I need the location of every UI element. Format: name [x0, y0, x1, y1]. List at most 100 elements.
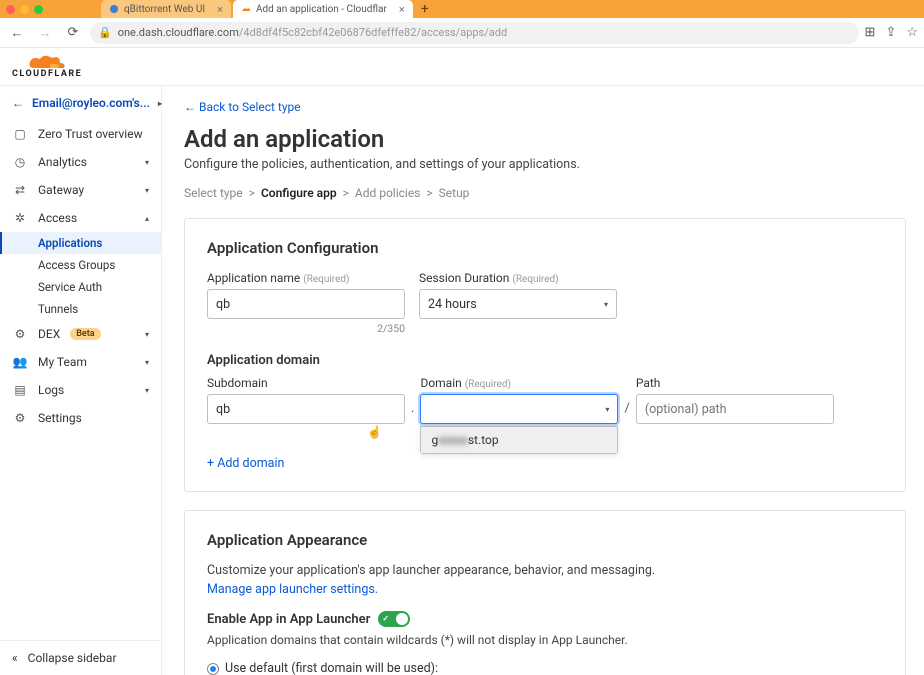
back-to-select-type-link[interactable]: ← Back to Select type — [184, 100, 301, 114]
minimize-window-icon[interactable] — [20, 5, 29, 14]
chevron-down-icon: ▾ — [145, 186, 149, 195]
browser-tab-qbittorrent[interactable]: qBittorrent Web UI × — [101, 0, 231, 18]
address-bar[interactable]: 🔒 one.dash.cloudflare.com/4d8df4f5c82cbf… — [90, 22, 859, 44]
step-add-policies: Add policies — [355, 186, 421, 200]
close-tab-icon[interactable]: × — [399, 3, 405, 16]
browser-tab-cloudflare[interactable]: Add an application - Cloudflar × — [233, 0, 413, 18]
reload-button[interactable]: ⟳ — [62, 22, 84, 44]
chevron-down-icon: ▾ — [145, 386, 149, 395]
sidebar-item-my-team[interactable]: 👥 My Team ▾ — [0, 348, 161, 376]
maximize-window-icon[interactable] — [34, 5, 43, 14]
manage-launcher-settings-link[interactable]: Manage app launcher settings. — [207, 582, 378, 597]
enable-app-launcher-label: Enable App in App Launcher — [207, 612, 370, 627]
sidebar-item-settings[interactable]: ⚙ Settings — [0, 404, 161, 432]
gateway-icon: ⇄ — [12, 183, 28, 197]
app-name-input[interactable] — [207, 289, 405, 319]
radio-icon — [207, 663, 219, 675]
application-configuration-card: Application Configuration Application na… — [184, 218, 906, 492]
share-icon[interactable]: ⇪ — [885, 25, 896, 40]
path-input[interactable] — [636, 394, 834, 424]
sidebar-item-gateway[interactable]: ⇄ Gateway ▾ — [0, 176, 161, 204]
collapse-label: Collapse sidebar — [28, 651, 117, 665]
sidebar-item-access[interactable]: ✲ Access ▴ — [0, 204, 161, 232]
domain-label: Domain (Required) — [420, 376, 618, 390]
page-title: Add an application — [184, 125, 906, 153]
session-duration-select[interactable]: 24 hours ▾ — [419, 289, 617, 319]
qbittorrent-favicon-icon — [109, 4, 119, 14]
sidebar-item-label: DEX — [38, 327, 60, 341]
section-heading: Application Configuration — [207, 239, 883, 257]
url-path: /4d8df4f5c82cbf42e06876dfefffe82/access/… — [239, 26, 507, 39]
back-button[interactable]: ← — [6, 22, 28, 44]
sidebar-item-label: Settings — [38, 411, 149, 425]
tab-title: Add an application - Cloudflar — [256, 4, 387, 15]
analytics-icon: ◷ — [12, 155, 28, 169]
sidebar-item-analytics[interactable]: ◷ Analytics ▾ — [0, 148, 161, 176]
session-duration-label: Session Duration (Required) — [419, 271, 617, 285]
sidebar-item-label: Access Groups — [38, 258, 115, 272]
domain-dropdown: gxxxxxst.top — [420, 426, 618, 454]
radio-label: Use default (first domain will be used): — [225, 661, 438, 675]
url-host: one.dash.cloudflare.com — [118, 26, 239, 39]
step-configure-app: Configure app — [261, 186, 337, 200]
access-icon: ✲ — [12, 211, 28, 225]
new-tab-button[interactable]: + — [415, 1, 435, 17]
sidebar-item-applications[interactable]: Applications — [0, 232, 161, 254]
sidebar-item-dex[interactable]: ⚙ DEX Beta ▾ — [0, 320, 161, 348]
char-counter: 2/350 — [207, 322, 405, 335]
browser-tab-bar: qBittorrent Web UI × Add an application … — [0, 0, 924, 18]
brand-name: CLOUDFLARE — [12, 69, 82, 79]
section-heading: Application Appearance — [207, 531, 883, 549]
app-name-label: Application name (Required) — [207, 271, 405, 285]
radio-use-default[interactable]: Use default (first domain will be used): — [207, 661, 883, 675]
sidebar-item-label: Analytics — [38, 155, 135, 169]
chevron-down-icon: ▾ — [145, 358, 149, 367]
add-domain-link[interactable]: + Add domain — [207, 456, 284, 471]
back-arrow-icon: ← — [12, 96, 24, 110]
close-window-icon[interactable] — [6, 5, 15, 14]
dex-icon: ⚙ — [12, 327, 28, 341]
chevron-up-icon: ▴ — [145, 214, 149, 223]
sidebar-item-overview[interactable]: ▢ Zero Trust overview — [0, 120, 161, 148]
settings-icon: ⚙ — [12, 411, 28, 425]
logs-icon: ▤ — [12, 383, 28, 397]
domain-select[interactable]: ▾ gxxxxxst.top — [420, 394, 618, 424]
sidebar: ← Email@royleo.com's... ▸ ▢ Zero Trust o… — [0, 86, 162, 675]
cloudflare-favicon-icon — [241, 4, 251, 14]
sidebar-item-label: My Team — [38, 355, 135, 369]
sidebar-item-service-auth[interactable]: Service Auth — [0, 276, 161, 298]
main-content: ← Back to Select type Add an application… — [162, 86, 924, 675]
wildcard-note: Application domains that contain wildcar… — [207, 633, 883, 647]
cloudflare-cloud-icon — [28, 54, 66, 70]
sidebar-item-tunnels[interactable]: Tunnels — [0, 298, 161, 320]
sidebar-item-label: Access — [38, 211, 135, 225]
account-selector[interactable]: ← Email@royleo.com's... ▸ — [0, 86, 161, 120]
application-domain-heading: Application domain — [207, 353, 883, 368]
chevron-down-icon: ▸ — [158, 99, 162, 108]
sidebar-item-logs[interactable]: ▤ Logs ▾ — [0, 376, 161, 404]
step-select-type[interactable]: Select type — [184, 186, 243, 200]
slash-separator: / — [618, 401, 635, 424]
extensions-icon[interactable]: ⊞ — [865, 25, 876, 40]
subdomain-label: Subdomain — [207, 376, 405, 390]
sidebar-item-label: Applications — [38, 236, 102, 250]
domain-option[interactable]: gxxxxxst.top — [421, 427, 617, 453]
account-name: Email@royleo.com's... — [32, 96, 150, 110]
close-tab-icon[interactable]: × — [217, 3, 223, 16]
sidebar-item-access-groups[interactable]: Access Groups — [0, 254, 161, 276]
chevron-down-icon: ▾ — [145, 158, 149, 167]
lock-icon: 🔒 — [98, 26, 112, 39]
select-value: 24 hours — [428, 297, 477, 312]
enable-app-launcher-toggle[interactable]: ✓ — [378, 611, 410, 627]
wizard-stepper: Select type> Configure app> Add policies… — [184, 186, 906, 200]
collapse-sidebar-button[interactable]: « Collapse sidebar — [0, 640, 161, 675]
sidebar-item-label: Zero Trust overview — [38, 127, 149, 141]
bookmark-icon[interactable]: ☆ — [906, 25, 918, 40]
forward-button[interactable]: → — [34, 22, 56, 44]
subdomain-input[interactable] — [207, 394, 405, 424]
header-logo-row: CLOUDFLARE — [0, 48, 924, 86]
sidebar-item-label: Tunnels — [38, 302, 78, 316]
chevron-down-icon: ▾ — [605, 405, 609, 414]
cloudflare-logo[interactable]: CLOUDFLARE — [12, 54, 82, 79]
sidebar-item-label: Service Auth — [38, 280, 102, 294]
